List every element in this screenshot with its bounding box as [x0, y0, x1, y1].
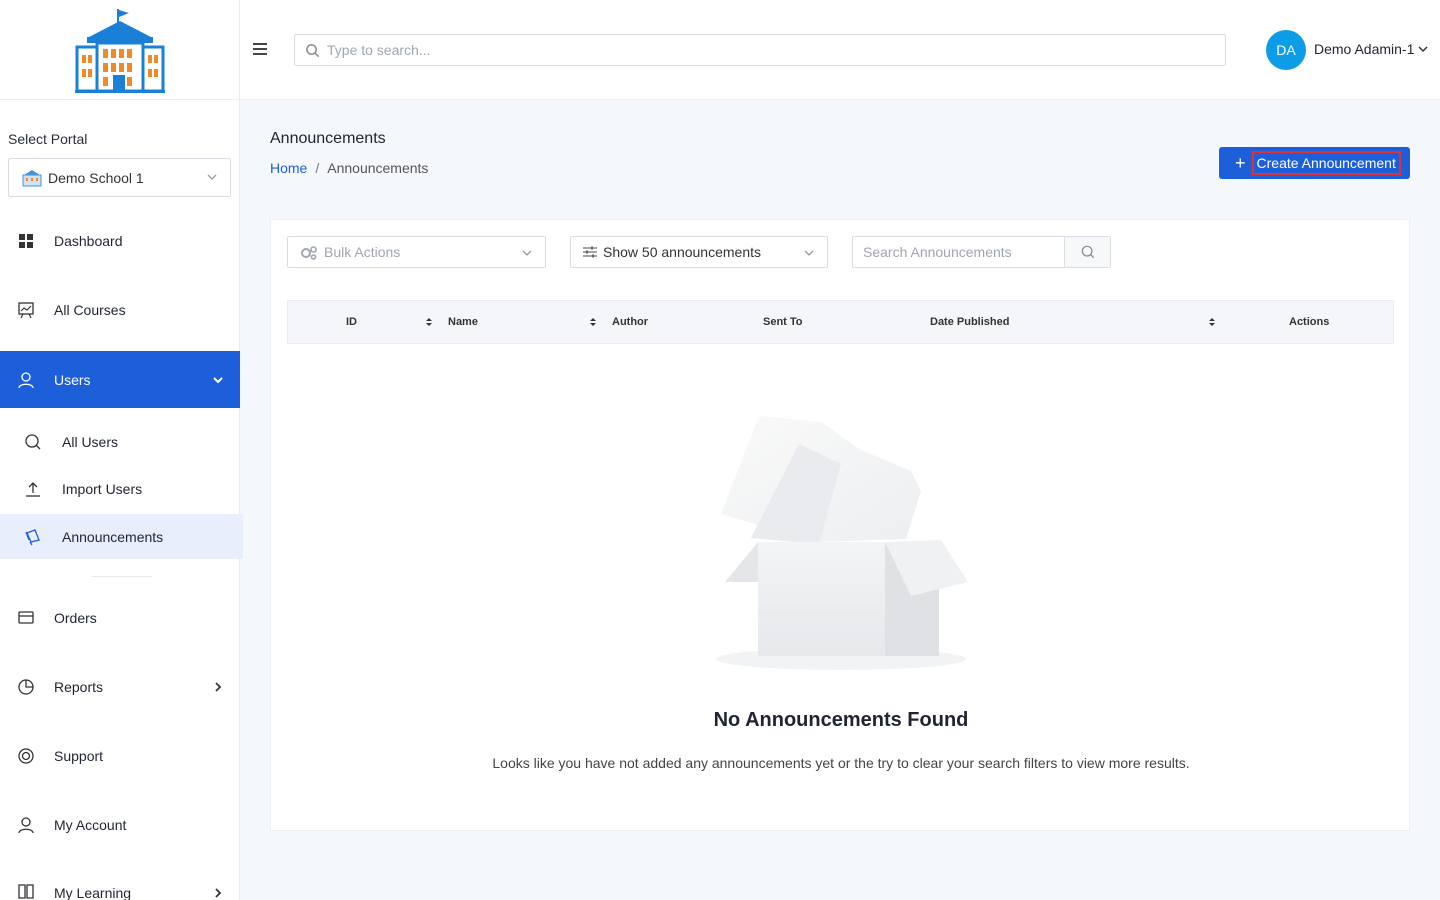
school-icon [22, 169, 42, 186]
search-button[interactable] [1064, 237, 1110, 267]
nav-my-learning-label: My Learning [54, 885, 132, 900]
chevron-right-icon [215, 682, 222, 692]
breadcrumb-separator: / [315, 160, 320, 176]
pie-icon [16, 677, 36, 697]
nav-all-courses[interactable]: All Courses [0, 297, 240, 323]
search-icon [306, 44, 320, 58]
chevron-right-icon [215, 888, 222, 898]
global-search[interactable] [294, 34, 1226, 66]
chart-board-icon [16, 300, 36, 320]
column-name[interactable]: Name [448, 316, 478, 328]
nav-my-account-label: My Account [54, 817, 127, 833]
filter-sliders-icon [583, 246, 597, 258]
empty-state-message: Looks like you have not added any announ… [492, 755, 1190, 771]
user-icon [16, 370, 36, 390]
megaphone-icon [23, 527, 43, 547]
column-sent-to: Sent To [763, 316, 803, 328]
announcements-card: Bulk Actions Show 50 announcements ID Na… [270, 219, 1410, 831]
breadcrumb: Home / Announcements [270, 160, 428, 176]
create-announcement-button[interactable]: + Create Announcement [1219, 147, 1410, 179]
sub-nav-all-users-label: All Users [62, 433, 119, 450]
top-bar: DA Demo Adamin-1 [240, 0, 1440, 100]
show-count-label: Show 50 announcements [603, 244, 761, 260]
sub-nav-all-users[interactable]: All Users [0, 419, 243, 464]
table-header: ID Name Author Sent To Date Published Ac… [287, 300, 1394, 344]
announcement-search[interactable] [852, 236, 1111, 268]
nav-support[interactable]: Support [0, 743, 240, 769]
portal-select-value: Demo School 1 [48, 169, 144, 186]
announcement-search-input[interactable] [853, 237, 1065, 267]
column-date-published[interactable]: Date Published [930, 316, 1009, 328]
sidebar: Select Portal Demo School 1 Dashboard Al… [0, 0, 243, 900]
column-id[interactable]: ID [346, 316, 357, 328]
search-icon [1081, 245, 1094, 259]
nav-all-courses-label: All Courses [54, 302, 126, 318]
user-icon [16, 815, 36, 835]
chevron-down-icon [207, 174, 217, 180]
nav-reports-label: Reports [54, 679, 104, 695]
column-actions: Actions [1289, 316, 1330, 328]
empty-box-illustration [716, 416, 968, 670]
sidebar-divider [92, 576, 152, 577]
empty-state-title: No Announcements Found [713, 709, 969, 731]
sort-icon[interactable] [425, 317, 433, 327]
plus-icon: + [1235, 153, 1246, 173]
bulk-actions-select[interactable]: Bulk Actions [287, 236, 546, 268]
logo[interactable] [0, 0, 239, 100]
nav-reports[interactable]: Reports [0, 674, 240, 700]
nav-dashboard-label: Dashboard [54, 233, 123, 249]
lifebuoy-icon [16, 746, 36, 766]
nav-my-account[interactable]: My Account [0, 812, 240, 838]
user-name[interactable]: Demo Adamin-1 [1314, 41, 1414, 57]
school-logo-icon [74, 8, 165, 93]
page-title: Announcements [270, 130, 386, 147]
chevron-down-icon [213, 376, 223, 383]
search-icon [23, 432, 43, 452]
avatar[interactable]: DA [1266, 30, 1306, 70]
sub-nav-import-users-label: Import Users [62, 480, 143, 497]
global-search-input[interactable] [327, 42, 1225, 58]
card-icon [16, 608, 36, 628]
portal-select[interactable]: Demo School 1 [8, 158, 231, 197]
create-announcement-label: Create Announcement [1251, 151, 1401, 175]
sort-icon[interactable] [589, 317, 597, 327]
sort-icon[interactable] [1208, 317, 1216, 327]
grid-icon [16, 231, 36, 251]
book-icon [16, 881, 36, 900]
select-portal-label: Select Portal [8, 131, 88, 147]
hamburger-menu-icon[interactable] [252, 41, 268, 57]
breadcrumb-current: Announcements [327, 160, 429, 176]
show-count-select[interactable]: Show 50 announcements [570, 236, 828, 268]
chevron-down-icon [804, 250, 814, 256]
column-author: Author [612, 316, 649, 328]
nav-orders-label: Orders [54, 610, 97, 626]
sub-nav-announcements[interactable]: Announcements [0, 514, 243, 559]
chevron-down-icon [522, 250, 532, 256]
nav-users-label: Users [54, 371, 91, 388]
nav-dashboard[interactable]: Dashboard [0, 228, 240, 254]
gears-icon [301, 246, 317, 260]
nav-users[interactable]: Users [0, 351, 240, 408]
breadcrumb-home[interactable]: Home [270, 160, 307, 176]
bulk-actions-label: Bulk Actions [324, 244, 401, 260]
nav-orders[interactable]: Orders [0, 605, 240, 631]
nav-support-label: Support [54, 748, 104, 764]
nav-my-learning[interactable]: My Learning [0, 881, 240, 900]
upload-icon [23, 479, 43, 499]
sub-nav-import-users[interactable]: Import Users [0, 466, 243, 511]
sub-nav-announcements-label: Announcements [62, 528, 164, 545]
chevron-down-icon[interactable] [1418, 44, 1428, 54]
